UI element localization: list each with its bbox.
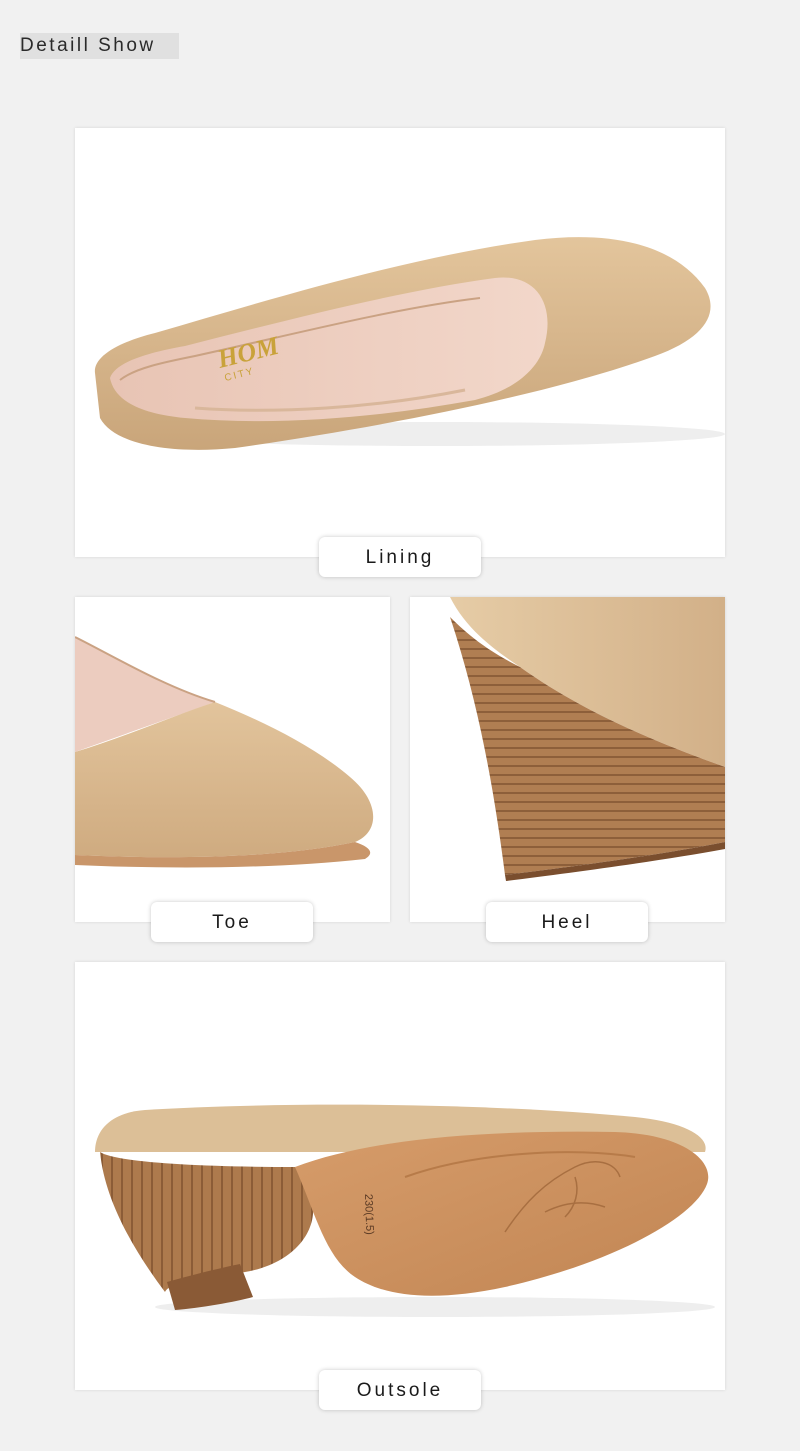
toe-image-panel (75, 597, 390, 922)
lining-image-panel: HOM CITY (75, 128, 725, 557)
outsole-size-mark: 230(1.5) (362, 1194, 375, 1235)
caption-heel: Heel (486, 902, 648, 942)
shoe-toe-closeup-image (75, 636, 374, 868)
caption-toe: Toe (151, 902, 313, 942)
caption-lining: Lining (319, 537, 481, 577)
heel-image-panel (410, 597, 725, 922)
section-title: Detaill Show (20, 33, 179, 59)
shoe-heel-closeup-image (450, 597, 725, 881)
shoe-top-view-image: HOM CITY (94, 237, 725, 450)
shoe-outsole-image: 230(1.5) (95, 1104, 715, 1317)
caption-outsole: Outsole (319, 1370, 481, 1410)
outsole-image-panel: 230(1.5) (75, 962, 725, 1390)
